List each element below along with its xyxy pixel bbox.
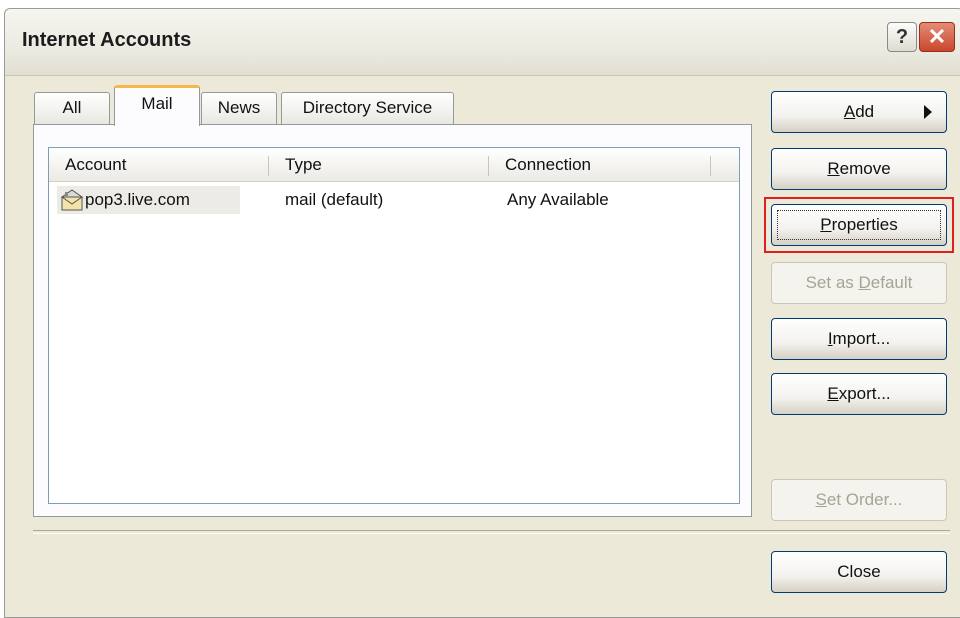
column-header-account[interactable]: Account <box>49 148 269 182</box>
export-label: xport... <box>838 384 891 403</box>
account-connection: Any Available <box>507 190 609 209</box>
set-as-default-button[interactable]: Set as Default <box>771 262 947 304</box>
remove-button[interactable]: Remove <box>771 148 947 190</box>
column-header-blank <box>711 148 739 182</box>
tab-directory-service[interactable]: Directory Service <box>281 92 454 124</box>
column-separator[interactable] <box>710 156 711 176</box>
submenu-arrow-icon <box>924 105 932 119</box>
mail-tab-panel: Account Type Connection pop3.live.com ma… <box>33 124 752 517</box>
column-separator[interactable] <box>268 156 269 176</box>
mail-account-icon <box>60 189 84 211</box>
set-default-label: efault <box>870 273 913 292</box>
remove-mnemonic: R <box>827 159 840 178</box>
tab-all[interactable]: All <box>34 92 110 124</box>
divider <box>33 530 950 534</box>
properties-button[interactable]: Properties <box>771 204 947 246</box>
close-window-button[interactable]: ✕ <box>919 22 955 52</box>
set-order-mnemonic: S <box>815 490 827 509</box>
help-button[interactable]: ? <box>887 22 917 52</box>
add-label: dd <box>855 102 875 121</box>
add-button[interactable]: Add <box>771 91 947 133</box>
accounts-list[interactable]: Account Type Connection pop3.live.com ma… <box>48 147 740 504</box>
focus-indicator <box>777 210 941 240</box>
set-order-label: et Order... <box>826 490 903 509</box>
tab-mail[interactable]: Mail <box>114 85 200 126</box>
set-default-mnemonic: D <box>858 273 871 292</box>
window-title: Internet Accounts <box>22 29 192 51</box>
tab-news[interactable]: News <box>201 92 277 124</box>
set-default-prefix: Set as <box>805 273 859 292</box>
column-header-connection[interactable]: Connection <box>489 148 711 182</box>
remove-label: emove <box>839 159 891 178</box>
export-mnemonic: E <box>827 384 839 403</box>
title-bar: Internet Accounts ? ✕ <box>5 9 960 76</box>
account-type: mail (default) <box>285 190 384 209</box>
add-mnemonic: A <box>843 102 856 121</box>
account-name[interactable]: pop3.live.com <box>85 188 190 212</box>
import-button[interactable]: Import... <box>771 318 947 360</box>
column-separator[interactable] <box>488 156 489 176</box>
import-label: mport... <box>832 329 891 348</box>
close-button[interactable]: Close <box>771 551 947 593</box>
export-button[interactable]: Export... <box>771 373 947 415</box>
column-header-type[interactable]: Type <box>269 148 489 182</box>
set-order-button[interactable]: Set Order... <box>771 479 947 521</box>
